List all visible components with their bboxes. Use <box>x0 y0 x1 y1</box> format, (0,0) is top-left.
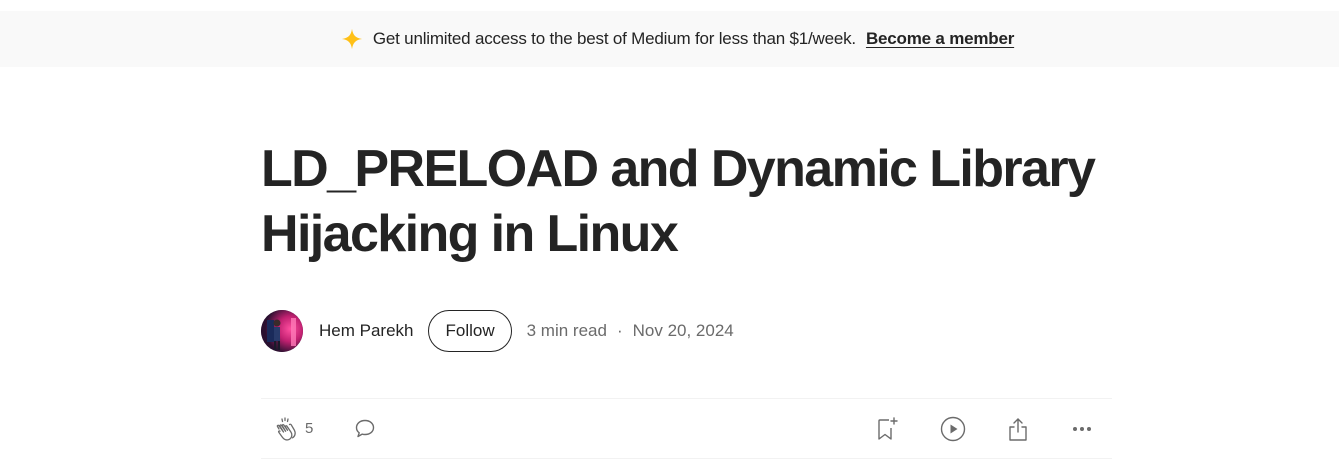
author-name[interactable]: Hem Parekh <box>319 321 413 341</box>
top-edge <box>0 0 1339 11</box>
follow-button[interactable]: Follow <box>428 310 512 352</box>
meta-separator: · <box>616 321 623 340</box>
banner-promo-text: Get unlimited access to the best of Medi… <box>372 29 856 48</box>
read-time: 3 min read <box>526 321 607 340</box>
bookmark-add-icon[interactable] <box>874 416 900 442</box>
publish-date: Nov 20, 2024 <box>632 321 734 340</box>
share-icon[interactable] <box>1006 416 1030 442</box>
engagement-actions: 5 <box>261 416 377 442</box>
listen-play-icon[interactable] <box>940 416 966 442</box>
article-header: LD_PRELOAD and Dynamic Library Hijacking… <box>261 67 1112 459</box>
membership-banner: Get unlimited access to the best of Medi… <box>0 11 1339 67</box>
clap-icon[interactable] <box>273 416 299 442</box>
sparkle-icon <box>341 28 363 50</box>
article-meta: 3 min read · Nov 20, 2024 <box>527 321 734 341</box>
clap-count: 5 <box>305 420 314 437</box>
response-icon[interactable] <box>353 417 377 441</box>
article-title: LD_PRELOAD and Dynamic Library Hijacking… <box>261 140 1096 263</box>
utility-actions <box>834 416 1112 442</box>
article-action-bar: 5 <box>261 398 1112 459</box>
become-member-link[interactable]: Become a member <box>866 29 1014 49</box>
more-icon[interactable] <box>1070 417 1094 441</box>
byline: Hem Parekh Follow 3 min read · Nov 20, 2… <box>261 309 1112 353</box>
author-avatar[interactable] <box>261 310 303 352</box>
